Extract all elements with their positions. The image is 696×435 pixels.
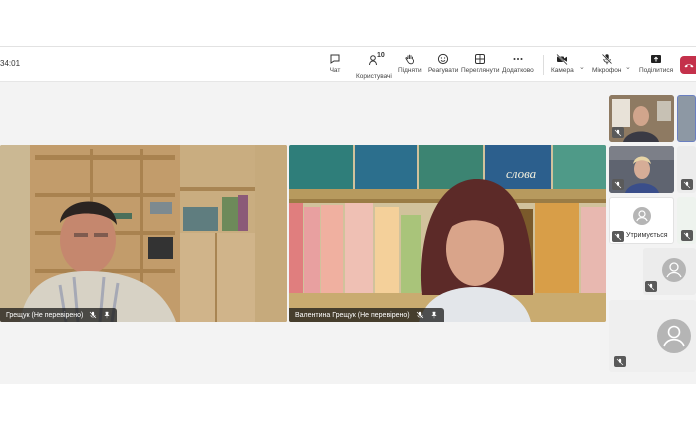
- toolbar-divider: [543, 55, 544, 75]
- muted-badge: [612, 231, 624, 242]
- muted-mic-icon: [614, 129, 622, 136]
- participant-thumbnail-7[interactable]: [643, 248, 696, 295]
- raise-label: Підняти: [398, 67, 422, 74]
- view-label: Переглянути: [461, 67, 500, 74]
- muted-mic-icon: [683, 181, 691, 188]
- participant-video-1[interactable]: Грещук (Не перевірено): [0, 145, 287, 322]
- participant-thumbnail-1[interactable]: [609, 95, 674, 142]
- share-icon: [651, 55, 662, 63]
- hang-up-icon: [684, 64, 694, 68]
- view-button[interactable]: Переглянути: [461, 53, 500, 74]
- participant-1-name: Грещук (Не перевірено): [6, 311, 84, 319]
- muted-badge: [614, 356, 626, 367]
- people-label: Користувачі: [356, 73, 392, 80]
- camera-off-icon: [556, 53, 568, 65]
- muted-mic-icon: [90, 311, 97, 319]
- more-button[interactable]: Додатково: [502, 53, 534, 74]
- share-label: Поділитися: [639, 67, 674, 74]
- muted-mic-icon: [416, 311, 423, 319]
- chat-label: Чат: [329, 67, 341, 74]
- hand-icon: [405, 54, 414, 65]
- muted-badge: [612, 127, 624, 138]
- person-icon: [666, 262, 682, 278]
- pin-icon: [104, 311, 111, 319]
- leave-button[interactable]: [680, 56, 696, 74]
- react-button[interactable]: Реагувати: [428, 53, 458, 74]
- chat-icon: [330, 54, 340, 64]
- chat-button[interactable]: Чат: [329, 53, 341, 74]
- mic-off-icon: [601, 53, 612, 65]
- meeting-timer: 34:01: [0, 59, 21, 68]
- meeting-toolbar: 34:01 Чат 10 Користувачі Підняти Реагува…: [0, 46, 696, 82]
- hold-status-label: Утримується: [626, 232, 668, 239]
- avatar: [657, 319, 691, 353]
- participant-1-namebar: Грещук (Не перевірено): [0, 308, 118, 322]
- share-button[interactable]: Поділитися: [639, 53, 673, 74]
- muted-badge: [681, 230, 693, 241]
- camera-label: Камера: [551, 67, 574, 74]
- muted-mic-icon: [616, 358, 624, 365]
- avatar: [633, 207, 651, 225]
- office-scene: [0, 145, 287, 322]
- camera-button[interactable]: Камера: [551, 53, 574, 74]
- participant-thumbnail-6[interactable]: [677, 197, 696, 244]
- muted-badge: [645, 281, 657, 292]
- muted-mic-icon: [647, 283, 655, 290]
- more-label: Додатково: [502, 67, 534, 74]
- smiley-icon: [438, 53, 449, 65]
- participant-thumbnail-4[interactable]: [677, 146, 696, 193]
- muted-badge: [612, 179, 624, 190]
- participant-2-name: Валентина Грещук (Не перевірено): [295, 311, 410, 319]
- participant-video-2[interactable]: слова Валентина Грещук (Не перевірено): [289, 145, 606, 322]
- mic-options-chevron-icon[interactable]: ⌄: [625, 63, 631, 71]
- person-icon: [636, 210, 648, 222]
- participant-thumbnail-5[interactable]: Утримується: [609, 197, 674, 244]
- people-button[interactable]: 10 Користувачі: [356, 52, 392, 80]
- participant-thumbnail-8[interactable]: [609, 300, 696, 372]
- people-count: 10: [376, 52, 385, 59]
- pin-icon: [430, 311, 437, 319]
- more-icon: [513, 58, 523, 60]
- participant-thumbnail-2[interactable]: [677, 95, 696, 142]
- mic-label: Мікрофон: [592, 67, 622, 74]
- participant-2-namebar: Валентина Грещук (Не перевірено): [289, 308, 444, 322]
- person-icon: [663, 325, 685, 347]
- muted-mic-icon: [683, 232, 691, 239]
- camera-options-chevron-icon[interactable]: ⌄: [579, 63, 585, 71]
- grid-view-icon: [475, 54, 486, 64]
- avatar: [662, 258, 686, 282]
- muted-mic-icon: [614, 233, 622, 240]
- muted-badge: [681, 179, 693, 190]
- raise-hand-button[interactable]: Підняти: [398, 53, 422, 74]
- mic-button[interactable]: Мікрофон: [592, 53, 622, 74]
- meeting-stage: Грещук (Не перевірено) слова Валентина Г…: [0, 82, 696, 384]
- muted-mic-icon: [614, 181, 622, 188]
- participant-thumbnail-3[interactable]: [609, 146, 674, 193]
- bookshelf-scene: [289, 145, 606, 322]
- bottom-area: [0, 384, 696, 435]
- react-label: Реагувати: [428, 67, 459, 74]
- book-title: слова: [506, 166, 537, 181]
